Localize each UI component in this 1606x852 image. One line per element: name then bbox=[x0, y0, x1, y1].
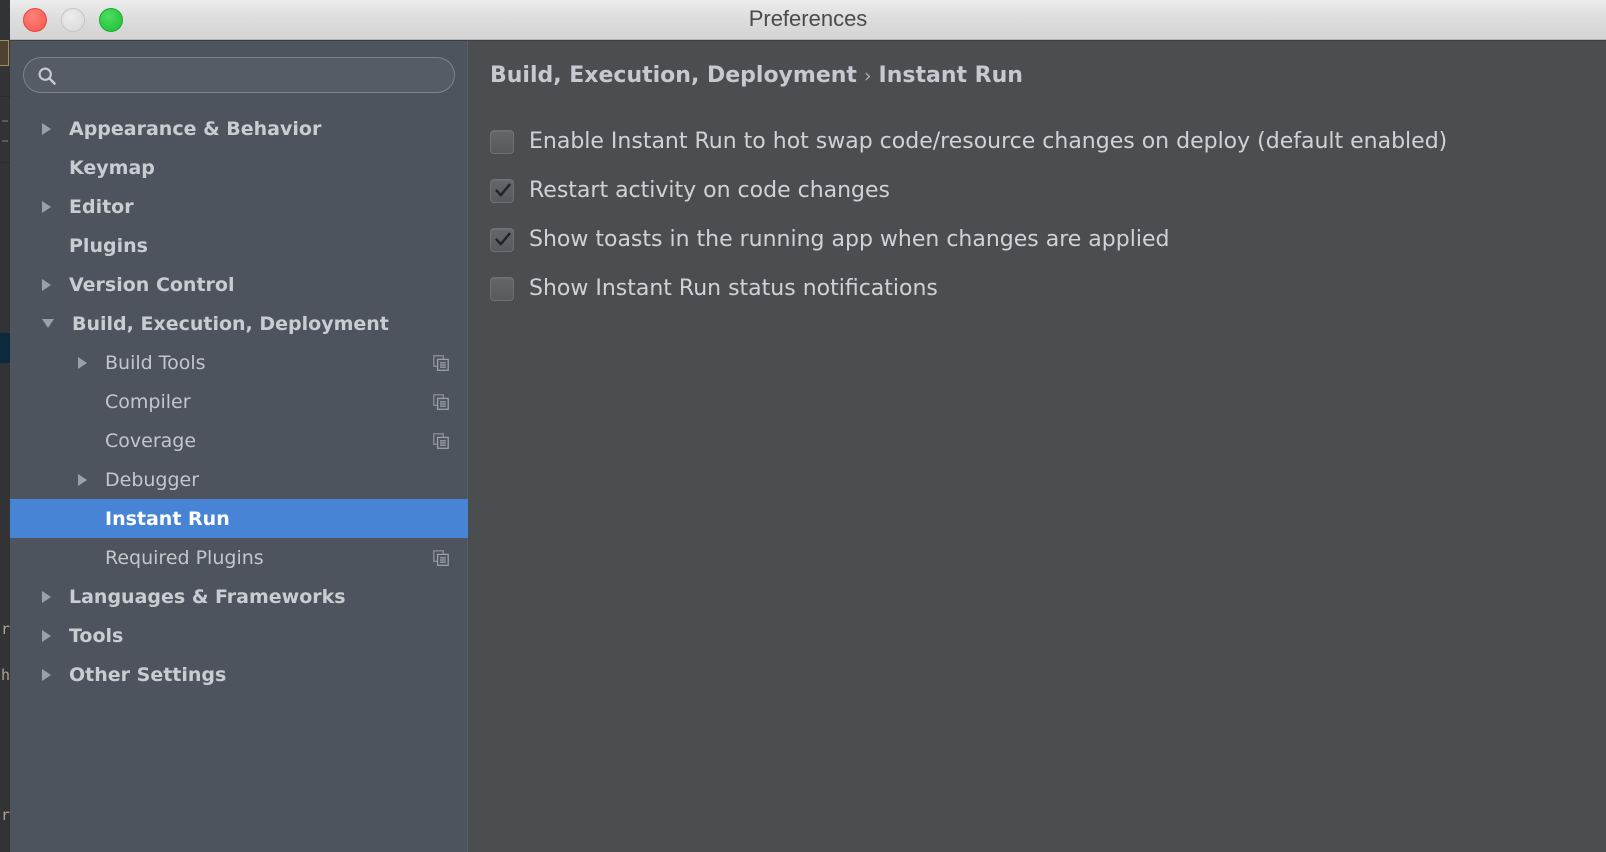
preferences-body: Appearance & Behavior Keymap Editor Plugins… bbox=[10, 41, 1606, 852]
copy-settings-icon[interactable] bbox=[433, 433, 449, 449]
sidebar-item-keymap[interactable]: Keymap bbox=[10, 148, 468, 187]
sidebar-item-other-settings[interactable]: Other Settings bbox=[10, 655, 468, 694]
breadcrumb-parent: Build, Execution, Deployment bbox=[490, 63, 857, 88]
background-toolwindow-strip bbox=[0, 0, 10, 852]
checkbox-checked[interactable] bbox=[490, 178, 514, 203]
sidebar-item-version-control[interactable]: Version Control bbox=[10, 265, 468, 304]
preferences-window: Preferences Appearance & Behavior Keymap E… bbox=[10, 0, 1606, 852]
sidebar-item-label: Compiler bbox=[105, 390, 191, 413]
settings-tree: Appearance & Behavior Keymap Editor Plugins… bbox=[10, 109, 468, 694]
chevron-right-icon[interactable] bbox=[78, 473, 87, 486]
background-selected-row bbox=[0, 333, 10, 363]
sidebar-item-label: Coverage bbox=[105, 429, 197, 452]
sidebar-item-label: Appearance & Behavior bbox=[69, 117, 322, 140]
sidebar-item-label: Required Plugins bbox=[105, 546, 264, 569]
breadcrumb-current: Instant Run bbox=[878, 63, 1023, 88]
window-titlebar[interactable]: Preferences bbox=[10, 0, 1606, 40]
chevron-right-icon[interactable] bbox=[42, 122, 51, 135]
sidebar-item-label: Version Control bbox=[69, 273, 235, 296]
sidebar-item-label: Instant Run bbox=[105, 507, 230, 530]
chevron-right-icon[interactable] bbox=[42, 200, 51, 213]
sidebar-item-label: Keymap bbox=[69, 156, 155, 179]
window-title: Preferences bbox=[748, 6, 868, 31]
sidebar-item-editor[interactable]: Editor bbox=[10, 187, 468, 226]
sidebar-item-label: Plugins bbox=[69, 234, 148, 257]
option-row[interactable]: Restart activity on code changes bbox=[490, 166, 1598, 215]
settings-detail-panel: Build, Execution, Deployment › Instant Run… bbox=[468, 41, 1606, 852]
sidebar-item-label: Languages & Frameworks bbox=[69, 585, 346, 608]
sidebar-item-label: Build Tools bbox=[105, 351, 206, 374]
background-text-fragment: r bbox=[1, 620, 10, 638]
sidebar-item-languages-frameworks[interactable]: Languages & Frameworks bbox=[10, 577, 468, 616]
sidebar-item-appearance-behavior[interactable]: Appearance & Behavior bbox=[10, 109, 468, 148]
sidebar-item-label: Other Settings bbox=[69, 663, 227, 686]
copy-settings-icon[interactable] bbox=[433, 394, 449, 410]
chevron-right-icon[interactable] bbox=[42, 629, 51, 642]
sidebar-item-compiler[interactable]: Compiler bbox=[10, 382, 468, 421]
sidebar-item-label: Build, Execution, Deployment bbox=[72, 312, 389, 335]
checkbox-checked[interactable] bbox=[490, 227, 514, 252]
search-field[interactable] bbox=[23, 57, 455, 94]
sidebar-item-coverage[interactable]: Coverage bbox=[10, 421, 468, 460]
background-editor-tab bbox=[0, 40, 9, 66]
option-label: Restart activity on code changes bbox=[529, 178, 891, 203]
sidebar-item-tools[interactable]: Tools bbox=[10, 616, 468, 655]
background-divider bbox=[0, 162, 10, 163]
sidebar-item-debugger[interactable]: Debugger bbox=[10, 460, 468, 499]
option-label: Show toasts in the running app when chan… bbox=[529, 227, 1170, 252]
copy-settings-icon[interactable] bbox=[433, 550, 449, 566]
sidebar-item-required-plugins[interactable]: Required Plugins bbox=[10, 538, 468, 577]
search-icon bbox=[37, 66, 57, 86]
option-row[interactable]: Show toasts in the running app when chan… bbox=[490, 215, 1598, 264]
option-label: Enable Instant Run to hot swap code/reso… bbox=[529, 129, 1448, 154]
chevron-right-icon[interactable] bbox=[42, 590, 51, 603]
chevron-right-icon[interactable] bbox=[42, 668, 51, 681]
chevron-down-icon[interactable] bbox=[42, 319, 54, 328]
option-row[interactable]: Enable Instant Run to hot swap code/reso… bbox=[490, 117, 1598, 166]
copy-settings-icon[interactable] bbox=[433, 355, 449, 371]
chevron-right-icon[interactable] bbox=[42, 278, 51, 291]
sidebar-item-label: Editor bbox=[69, 195, 134, 218]
breadcrumb-separator-icon: › bbox=[863, 65, 872, 87]
background-text-fragment: h bbox=[1, 666, 10, 684]
checkmark-icon bbox=[494, 182, 512, 200]
settings-sidebar: Appearance & Behavior Keymap Editor Plugins… bbox=[10, 41, 468, 852]
sidebar-item-build-execution-deployment[interactable]: Build, Execution, Deployment bbox=[10, 304, 468, 343]
instant-run-options: Enable Instant Run to hot swap code/reso… bbox=[490, 117, 1598, 313]
checkbox-unchecked[interactable] bbox=[490, 129, 514, 154]
breadcrumb: Build, Execution, Deployment › Instant Run bbox=[490, 63, 1023, 88]
sidebar-item-instant-run[interactable]: Instant Run bbox=[10, 499, 468, 538]
sidebar-item-plugins[interactable]: Plugins bbox=[10, 226, 468, 265]
sidebar-item-label: Debugger bbox=[105, 468, 200, 491]
background-text-fragment: r bbox=[1, 806, 10, 824]
chevron-right-icon[interactable] bbox=[78, 356, 87, 369]
search-box bbox=[23, 57, 455, 94]
background-divider bbox=[0, 96, 10, 97]
background-gutter-line bbox=[2, 120, 8, 122]
option-label: Show Instant Run status notifications bbox=[529, 276, 938, 301]
search-input[interactable] bbox=[66, 58, 442, 94]
background-gutter-line bbox=[2, 140, 8, 142]
checkbox-unchecked[interactable] bbox=[490, 276, 514, 301]
sidebar-item-label: Tools bbox=[69, 624, 124, 647]
sidebar-item-build-tools[interactable]: Build Tools bbox=[10, 343, 468, 382]
option-row[interactable]: Show Instant Run status notifications bbox=[490, 264, 1598, 313]
checkmark-icon bbox=[494, 231, 512, 249]
